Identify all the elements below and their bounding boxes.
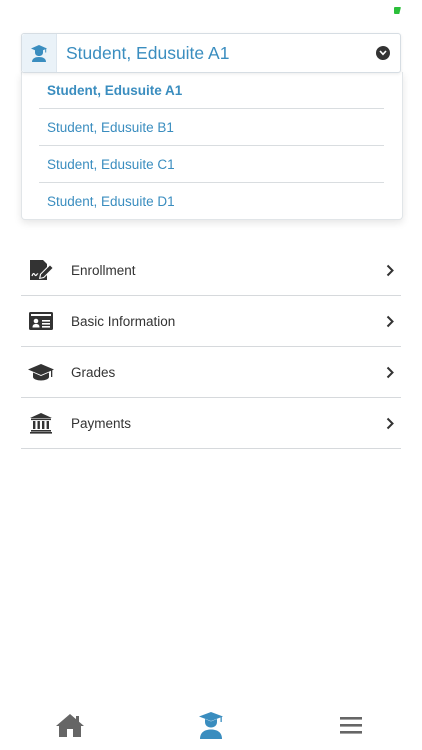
menu-item-label: Grades (71, 364, 116, 380)
student-icon[interactable] (194, 710, 228, 740)
dropdown-option-b1[interactable]: Student, Edusuite B1 (39, 110, 384, 146)
signature-edit-icon (21, 256, 61, 284)
menu-item-payments[interactable]: Payments (21, 398, 401, 449)
chevron-right-icon (383, 263, 397, 277)
selected-student-label: Student, Edusuite A1 (66, 42, 230, 63)
menu-item-label: Basic Information (71, 313, 176, 329)
graduation-cap-icon (21, 358, 61, 386)
app-screen: Student, Edusuite A1 Student, Edusuite A… (0, 0, 422, 750)
id-card-icon (21, 307, 61, 335)
chevron-right-icon (383, 365, 397, 379)
student-selector[interactable]: Student, Edusuite A1 (21, 33, 401, 73)
dropdown-option-d1[interactable]: Student, Edusuite D1 (39, 183, 384, 219)
dropdown-option-label: Student, Edusuite D1 (47, 193, 175, 209)
dropdown-option-a1[interactable]: Student, Edusuite A1 (39, 73, 384, 109)
menu-item-grades[interactable]: Grades (21, 347, 401, 398)
dropdown-option-label: Student, Edusuite A1 (47, 83, 183, 98)
home-icon[interactable] (53, 710, 87, 740)
chevron-right-icon (383, 314, 397, 328)
student-icon (22, 34, 57, 72)
status-indicator-icon (394, 7, 401, 14)
student-dropdown-menu: Student, Edusuite A1 Student, Edusuite B… (21, 72, 403, 220)
menu-item-basic-information[interactable]: Basic Information (21, 296, 401, 347)
hamburger-menu-icon[interactable] (334, 710, 368, 740)
dropdown-option-label: Student, Edusuite C1 (47, 157, 175, 172)
menu-item-enrollment[interactable]: Enrollment (21, 245, 401, 296)
menu-item-label: Payments (71, 415, 132, 431)
chevron-down-circle-icon[interactable] (376, 46, 390, 60)
bottom-navigation (0, 700, 422, 750)
dropdown-option-label: Student, Edusuite B1 (47, 120, 174, 135)
bank-icon (21, 409, 61, 437)
menu-item-label: Enrollment (71, 262, 136, 278)
chevron-right-icon (383, 416, 397, 430)
dropdown-option-c1[interactable]: Student, Edusuite C1 (39, 147, 384, 183)
